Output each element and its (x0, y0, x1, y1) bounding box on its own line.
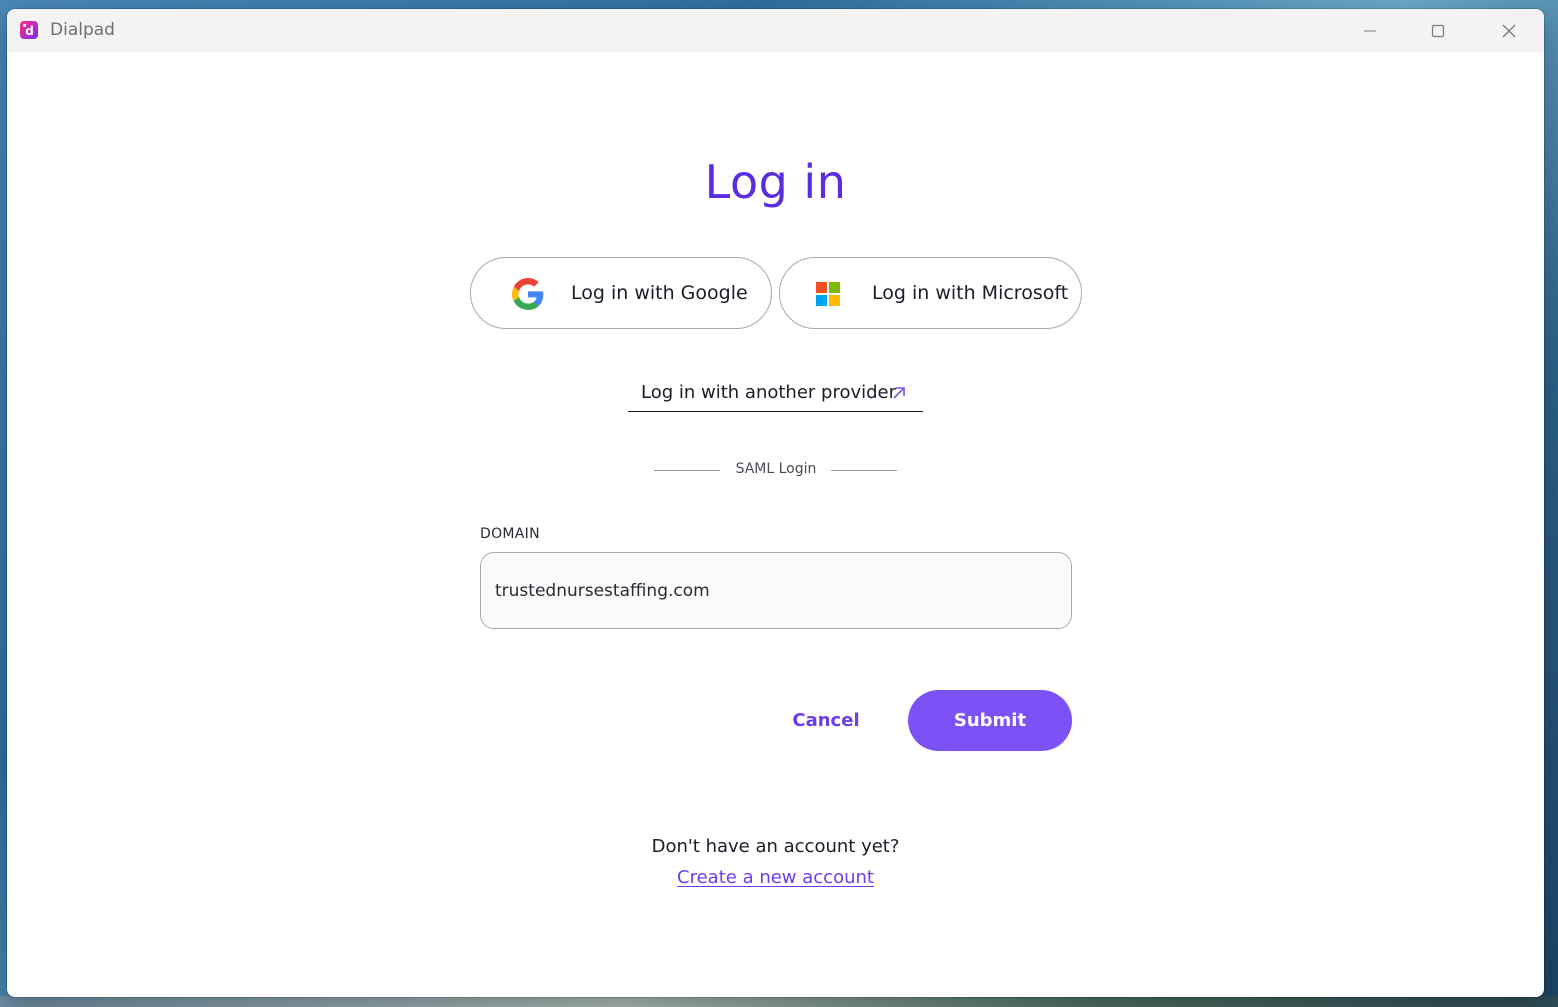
another-provider-link[interactable]: Log in with another provider (628, 380, 923, 412)
domain-input[interactable] (480, 552, 1072, 629)
minimize-icon (1364, 30, 1376, 31)
divider-left (654, 470, 720, 471)
app-window: d Dialpad Log in Log in with Google Log … (7, 9, 1544, 997)
svg-text:d: d (25, 24, 34, 38)
microsoft-login-label: Log in with Microsoft (872, 282, 1069, 304)
page-title: Log in (704, 155, 847, 209)
google-logo-icon (512, 278, 544, 310)
saml-divider-label: SAML Login (735, 461, 817, 477)
close-icon (1502, 24, 1516, 37)
cancel-button[interactable]: Cancel (767, 699, 885, 741)
dialpad-logo-icon: d (20, 21, 38, 39)
desktop-wallpaper (0, 996, 1558, 1007)
close-button[interactable] (1486, 9, 1532, 52)
microsoft-logo-icon (816, 282, 840, 306)
divider-right (831, 470, 897, 471)
another-provider-label: Log in with another provider (641, 382, 897, 403)
google-login-label: Log in with Google (571, 282, 748, 304)
external-arrow-icon (893, 387, 905, 399)
microsoft-login-button[interactable]: Log in with Microsoft (779, 257, 1082, 329)
app-title: Dialpad (50, 20, 115, 40)
create-account-container: Create a new account (7, 867, 1544, 888)
no-account-text: Don't have an account yet? (651, 836, 900, 857)
google-login-button[interactable]: Log in with Google (470, 257, 772, 329)
maximize-icon (1431, 24, 1445, 37)
title-bar: d Dialpad (7, 9, 1544, 52)
submit-button[interactable]: Submit (908, 690, 1072, 751)
create-account-link[interactable]: Create a new account (677, 867, 874, 888)
maximize-button[interactable] (1415, 9, 1461, 52)
domain-label: DOMAIN (480, 526, 540, 542)
minimize-button[interactable] (1347, 9, 1393, 52)
